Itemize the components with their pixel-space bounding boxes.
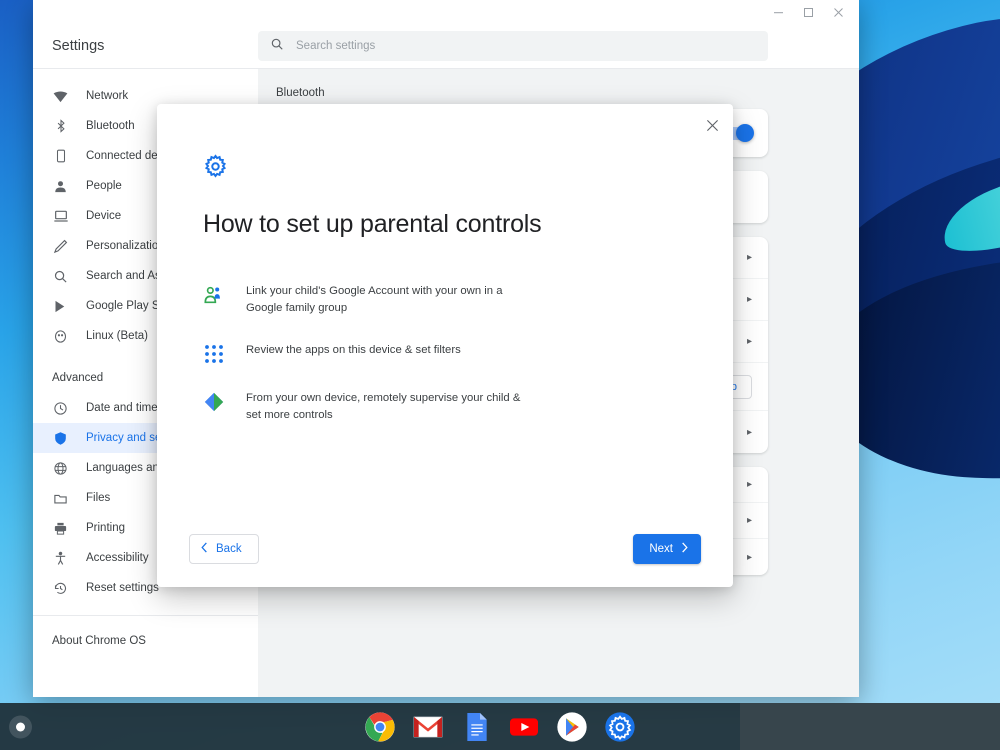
youtube-icon[interactable] (508, 711, 540, 743)
family-link-diamond-icon (203, 391, 225, 413)
settings-window: Settings Search settings Network Bluetoo… (33, 0, 859, 697)
back-button[interactable]: Back (189, 534, 259, 564)
play-store-icon[interactable] (556, 711, 588, 743)
next-button-label: Next (649, 543, 673, 555)
dialog-footer: Back Next (157, 511, 733, 587)
settings-icon[interactable] (604, 711, 636, 743)
feature-text: Link your child's Google Account with yo… (246, 285, 503, 314)
family-group-icon (203, 284, 225, 306)
close-icon[interactable] (699, 112, 725, 138)
google-docs-icon[interactable] (460, 711, 492, 743)
feature-item: Link your child's Google Account with yo… (203, 283, 687, 317)
feature-text: From your own device, remotely supervise… (246, 391, 521, 421)
feature-item: From your own device, remotely supervise… (203, 390, 687, 424)
gmail-icon[interactable] (412, 711, 444, 743)
modal-overlay: How to set up parental controls Link you… (33, 0, 859, 697)
feature-text: Review the apps on this device & set fil… (246, 343, 461, 356)
chevron-left-icon (200, 542, 209, 556)
next-button[interactable]: Next (633, 534, 701, 564)
wallpaper-wave-teal (935, 163, 1000, 261)
dialog-body: How to set up parental controls Link you… (157, 104, 733, 424)
dialog-title: How to set up parental controls (203, 210, 542, 238)
launcher-button[interactable] (9, 715, 32, 738)
shelf-status-area[interactable] (740, 703, 1000, 750)
chrome-icon[interactable] (364, 711, 396, 743)
apps-grid-icon (203, 343, 225, 365)
parental-controls-dialog: How to set up parental controls Link you… (157, 104, 733, 587)
shelf-app-list (364, 711, 636, 743)
settings-gear-icon (203, 154, 687, 184)
chromeos-shelf (0, 703, 1000, 750)
feature-item: Review the apps on this device & set fil… (203, 342, 687, 365)
chevron-right-icon (680, 542, 689, 556)
back-button-label: Back (216, 543, 242, 555)
